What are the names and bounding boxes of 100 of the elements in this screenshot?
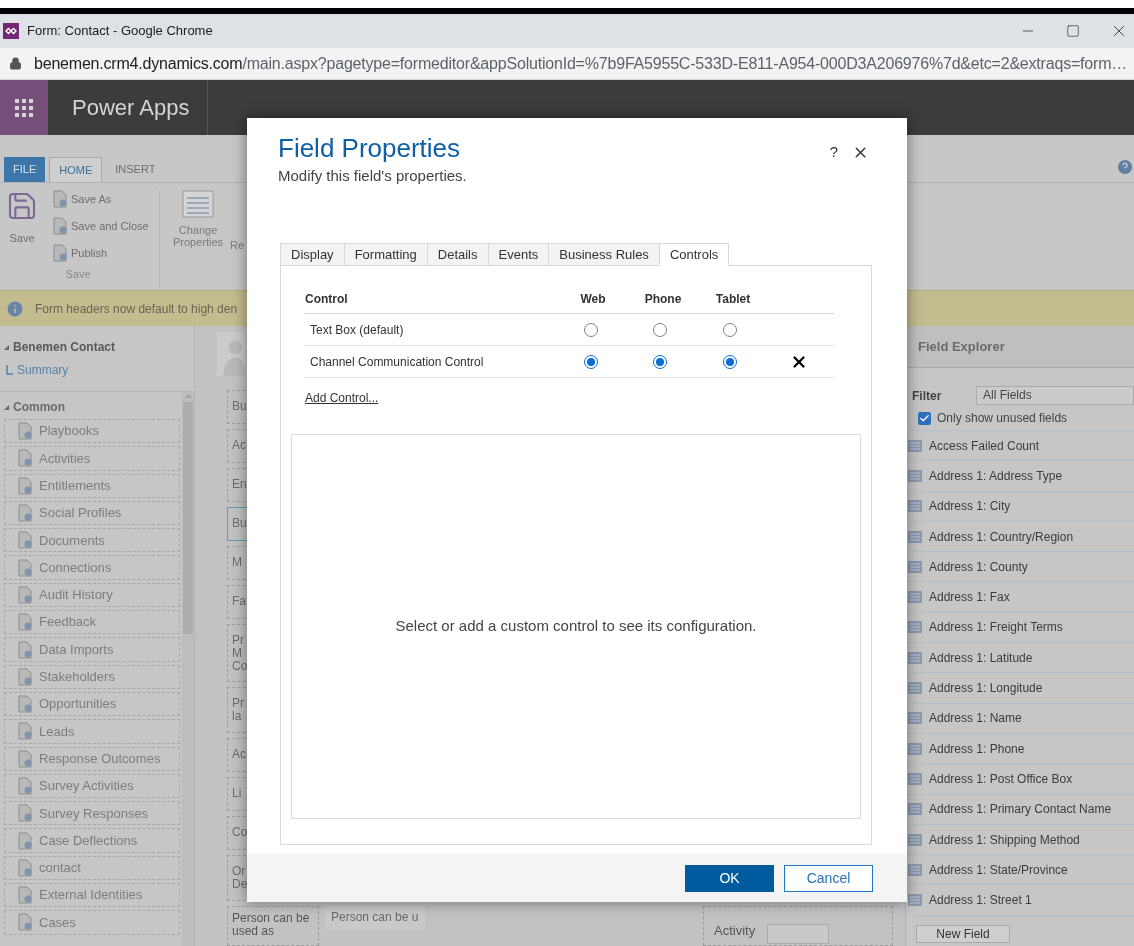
field-icon: [908, 621, 922, 634]
field-icon: [908, 682, 922, 694]
document-icon: [52, 217, 68, 235]
ribbon-command[interactable]: Save and Close: [52, 217, 149, 235]
document-icon: [17, 886, 33, 905]
document-icon: [52, 190, 68, 208]
contact-silhouette-icon: [214, 332, 248, 376]
field-icon: [908, 772, 922, 785]
nav-item[interactable]: Opportunities: [4, 691, 180, 717]
field-icon: [908, 863, 922, 876]
scrollbar[interactable]: [182, 392, 194, 946]
form-icon: [182, 190, 214, 218]
column-header: Web: [579, 290, 607, 308]
document-icon: [17, 476, 33, 495]
app-logo-icon: [3, 23, 19, 39]
field-icon: [908, 894, 922, 907]
radio-button[interactable]: [722, 322, 737, 337]
ribbon-command-label: Re: [230, 238, 245, 253]
ribbon-tab[interactable]: HOME: [49, 157, 103, 182]
ok-button[interactable]: OK: [685, 864, 774, 892]
nav-item[interactable]: contact: [4, 855, 180, 881]
nav-link[interactable]: Summary: [17, 361, 69, 379]
checkbox[interactable]: [918, 411, 931, 425]
dialog-title: Field Properties: [278, 132, 462, 164]
ribbon-tab[interactable]: FILE: [4, 157, 46, 182]
group-label: Save: [64, 267, 92, 282]
document-icon: [17, 640, 33, 659]
nav-item[interactable]: Entitlements: [4, 473, 180, 498]
nav-item[interactable]: Connections: [4, 555, 180, 580]
radio-button[interactable]: [653, 322, 668, 337]
help-button[interactable]: ?: [829, 140, 838, 164]
field-list-item[interactable]: Address 1: Street 1: [906, 885, 1134, 916]
field-input[interactable]: [767, 924, 830, 944]
control-name: Channel Communication Control: [309, 353, 485, 371]
dialog-tab[interactable]: Controls: [658, 243, 730, 266]
dialog-tab[interactable]: Display: [280, 243, 345, 266]
nav-item[interactable]: Activities: [4, 446, 180, 471]
document-icon: [17, 749, 33, 768]
field-icon: [908, 803, 922, 816]
field-label: Activity: [714, 924, 756, 938]
field-icon: [908, 651, 922, 664]
address-bar[interactable]: benemen.crm4.dynamics.com/main.aspx?pagetype=formeditor&appSolutionId=%7b9FA5955C-533D-E811-A954-000D3A206976%7d&etc=2&extraqs=form…: [0, 48, 1134, 80]
nav-item[interactable]: Response Outcomes: [4, 746, 180, 771]
ribbon-command[interactable]: Publish: [52, 244, 149, 262]
expand-icon[interactable]: [4, 404, 9, 410]
lock-icon: [9, 57, 22, 70]
document-icon: [17, 913, 33, 932]
dialog-subtitle: Modify this field's properties.: [278, 166, 467, 186]
dialog-tab[interactable]: Business Rules: [548, 243, 660, 266]
expand-icon[interactable]: [4, 344, 9, 350]
field-icon: [908, 833, 922, 846]
nav-item[interactable]: Leads: [4, 719, 180, 744]
app-launcher-button[interactable]: [0, 80, 48, 135]
cancel-button[interactable]: Cancel: [784, 864, 873, 892]
nav-item[interactable]: External Identities: [4, 883, 180, 908]
field-icon: [908, 742, 922, 755]
document-icon: [17, 449, 33, 468]
save-button[interactable]: Save: [0, 190, 44, 262]
filter-dropdown[interactable]: All Fields: [976, 386, 1134, 405]
help-icon[interactable]: [1118, 160, 1132, 174]
nav-item[interactable]: Survey Responses: [4, 801, 180, 826]
document-icon: [17, 613, 33, 632]
panel-title: Field Explorer: [918, 337, 1005, 356]
nav-item[interactable]: Survey Activities: [4, 773, 180, 799]
document-icon: [17, 667, 33, 686]
document-icon: [17, 558, 33, 577]
nav-item[interactable]: Social Profiles: [4, 500, 180, 526]
document-icon: [17, 695, 33, 714]
form-field[interactable]: Person can be used as: [227, 906, 319, 946]
field-icon: [908, 500, 922, 513]
field-input[interactable]: Person can be u: [325, 906, 425, 930]
nav-item[interactable]: Feedback: [4, 610, 180, 635]
nav-item[interactable]: Data Imports: [4, 637, 180, 662]
url-text: benemen.crm4.dynamics.com/main.aspx?pagetype=formeditor&appSolutionId=%7b9FA5955C-533D-E811-A954-000D3A206976%7d&etc=2&extraqs=form…: [34, 53, 1128, 74]
add-control-link[interactable]: Add Control...: [305, 389, 379, 407]
column-header: Phone: [643, 290, 683, 308]
ribbon-command[interactable]: Save As: [52, 190, 149, 208]
nav-item[interactable]: Case Deflections: [4, 828, 180, 853]
app-name: Power Apps: [72, 94, 190, 122]
field-icon: [908, 439, 922, 452]
ribbon-tab[interactable]: INSERT: [106, 157, 165, 182]
document-icon: [17, 585, 33, 604]
radio-button[interactable]: [722, 354, 737, 369]
change-properties-button[interactable]: Change Properties: [172, 190, 224, 260]
nav-item[interactable]: Stakeholders: [4, 664, 180, 689]
nav-item[interactable]: Audit History: [4, 582, 180, 608]
nav-item[interactable]: Playbooks: [4, 419, 180, 444]
maximize-icon[interactable]: [1066, 24, 1080, 38]
filter-label: Filter: [912, 387, 943, 405]
document-icon: [17, 422, 33, 441]
nav-item[interactable]: Documents: [4, 528, 180, 553]
nav-item[interactable]: Cases: [4, 910, 180, 935]
document-icon: [17, 777, 33, 795]
column-header: Tablet: [714, 290, 752, 308]
radio-button[interactable]: [583, 354, 598, 369]
radio-button[interactable]: [653, 354, 668, 369]
document-icon: [17, 858, 33, 877]
radio-button[interactable]: [583, 322, 598, 337]
new-field-button[interactable]: New Field: [916, 924, 1010, 943]
field-icon: [908, 591, 922, 604]
